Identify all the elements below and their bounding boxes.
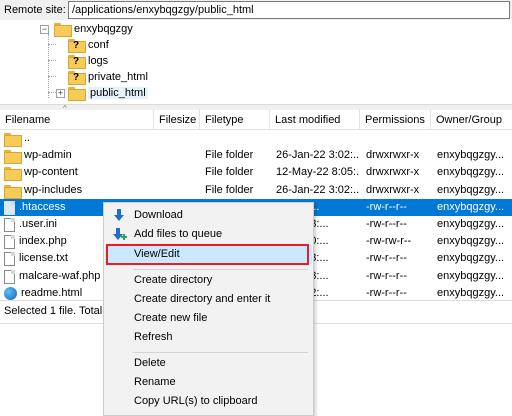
highlight-annotation-box [106,244,309,265]
file-row[interactable]: wp-content File folder 12-May-22 8:05:... d… [0,164,512,181]
permissions-cell: drwxrwxr-x [366,184,420,196]
owner-group-cell [437,130,512,147]
tree-item-private-html[interactable]: ? private_html [68,69,148,85]
file-type-cell: File folder [205,166,254,178]
unknown-folder-icon: ? [68,39,86,53]
last-modified-cell [276,130,360,147]
file-name-cell: .. [4,130,154,147]
column-filesize[interactable]: Filesize [154,110,200,130]
permissions-cell: -rw-r--r-- [366,287,407,299]
remote-directory-tree: − enxybqgzgy ? conf ? logs ? private_htm… [0,20,512,104]
file-type-cell: File folder [205,149,254,161]
file-size-cell [160,182,198,199]
file-size-cell [160,164,198,181]
column-last-modified[interactable]: Last modified [270,110,360,130]
column-filetype[interactable]: Filetype [200,110,270,130]
remote-site-label: Remote site: [4,4,66,16]
last-modified-cell: 26-Jan-22 3:02:... [276,184,360,196]
permissions-cell: drwxrwxr-x [366,149,420,161]
owner-group-cell: enxybqgzgy... [437,252,505,264]
file-row[interactable]: wp-admin File folder 26-Jan-22 3:02:... drw… [0,147,512,164]
file-row[interactable]: wp-includes File folder 26-Jan-22 3:02:...… [0,182,512,199]
file-name-cell: wp-admin [4,147,154,164]
menu-item-add-to-queue[interactable]: Add files to queue [105,225,312,244]
collapse-root-toggle[interactable]: − [40,25,49,34]
globe-icon [4,287,17,300]
file-icon [4,217,15,232]
file-size-cell [160,130,198,147]
tree-item-logs[interactable]: ? logs [68,53,108,69]
file-type-cell: File folder [205,184,254,196]
file-row[interactable]: .. [0,130,512,147]
file-icon [4,251,15,266]
permissions-cell: -rw-r--r-- [366,201,407,213]
permissions-cell: -rw-r--r-- [366,270,407,282]
file-type-cell [205,130,271,147]
owner-group-cell: enxybqgzgy... [437,218,505,230]
folder-icon [54,23,72,37]
menu-item-refresh[interactable]: Refresh [105,328,312,347]
expand-public-html-toggle[interactable]: + [56,89,65,98]
add-to-queue-icon [113,228,127,240]
menu-item-rename[interactable]: Rename [105,373,312,392]
menu-item-create-directory-enter[interactable]: Create directory and enter it [105,290,312,309]
tree-item-root[interactable]: enxybqgzgy [54,21,133,37]
menu-item-download[interactable]: Download [105,206,312,225]
tree-item-conf[interactable]: ? conf [68,37,109,53]
last-modified-cell: 12-May-22 8:05:... [276,166,360,178]
folder-icon [4,132,22,147]
menu-item-create-file[interactable]: Create new file [105,309,312,328]
permissions-cell [366,130,432,147]
owner-group-cell: enxybqgzgy... [437,201,505,213]
menu-item-copy-url[interactable]: Copy URL(s) to clipboard [105,392,312,411]
remote-path-input[interactable] [68,1,510,19]
menu-item-delete[interactable]: Delete [105,354,312,373]
folder-icon [4,166,22,181]
column-filename[interactable]: Filename [0,110,154,130]
last-modified-cell: 26-Jan-22 3:02:... [276,149,360,161]
file-list-header: Filename Filesize Filetype Last modified… [0,110,512,130]
remote-site-bar: Remote site: [0,0,512,20]
permissions-cell: -rw-r--r-- [366,252,407,264]
owner-group-cell: enxybqgzgy... [437,270,505,282]
folder-icon [4,184,22,199]
file-icon [4,269,15,284]
owner-group-cell: enxybqgzgy... [437,235,505,247]
permissions-cell: drwxrwxr-x [366,166,420,178]
download-arrow-icon [114,209,124,221]
menu-item-create-directory[interactable]: Create directory [105,271,312,290]
column-permissions[interactable]: Permissions [360,110,431,130]
context-menu: Download Add files to queue View/Edit Cr… [103,202,314,416]
column-owner-group[interactable]: Owner/Group [431,110,512,130]
file-icon [4,200,15,215]
file-name-cell: wp-content [4,164,154,181]
file-size-cell [160,147,198,164]
file-name-cell: wp-includes [4,182,154,199]
folder-icon [4,149,22,164]
permissions-cell: -rw-r--r-- [366,218,407,230]
permissions-cell: -rw-rw-r-- [366,235,412,247]
unknown-folder-icon: ? [68,71,86,85]
file-icon [4,234,15,249]
unknown-folder-icon: ? [68,55,86,69]
owner-group-cell: enxybqgzgy... [437,184,505,196]
menu-separator [133,269,308,270]
owner-group-cell: enxybqgzgy... [437,287,505,299]
tree-item-public-html[interactable]: public_html [68,85,148,101]
owner-group-cell: enxybqgzgy... [437,166,505,178]
owner-group-cell: enxybqgzgy... [437,149,505,161]
menu-separator [133,352,308,353]
folder-icon [68,87,86,101]
status-text: Selected 1 file. Total si [4,305,114,317]
